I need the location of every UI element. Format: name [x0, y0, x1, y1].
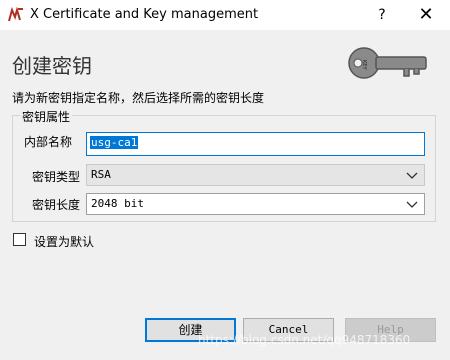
dialog-description: 请为新密钥指定名称，然后选择所需的密钥长度: [12, 91, 265, 105]
app-logo-icon: [8, 7, 23, 22]
title-bar: X Certificate and Key management ? ✕: [0, 0, 450, 30]
default-checkbox[interactable]: [13, 233, 26, 246]
help-title-button[interactable]: ?: [370, 4, 394, 26]
internal-name-label: 内部名称: [24, 135, 73, 149]
key-icon: KEY: [348, 47, 427, 79]
key-length-value: 2048 bit: [91, 197, 144, 210]
key-type-value: RSA: [91, 168, 111, 181]
key-length-select[interactable]: 2048 bit: [86, 193, 425, 215]
internal-name-value: usg-ca1: [90, 136, 139, 149]
window-title: X Certificate and Key management: [30, 7, 259, 22]
group-title: 密钥属性: [20, 108, 73, 125]
internal-name-input[interactable]: usg-ca1: [86, 132, 425, 156]
key-type-label: 密钥类型: [32, 170, 81, 184]
chevron-down-icon: [406, 172, 418, 179]
key-type-select[interactable]: RSA: [86, 164, 425, 186]
watermark-text: https://blog.csdn.net/qq948718360: [198, 333, 411, 347]
page-title: 创建密钥: [12, 54, 92, 78]
chevron-down-icon: [406, 201, 418, 208]
key-length-label: 密钥长度: [32, 198, 81, 212]
close-button[interactable]: ✕: [414, 4, 438, 26]
svg-text:KEY: KEY: [361, 60, 367, 70]
default-checkbox-label[interactable]: 设置为默认: [34, 233, 94, 250]
